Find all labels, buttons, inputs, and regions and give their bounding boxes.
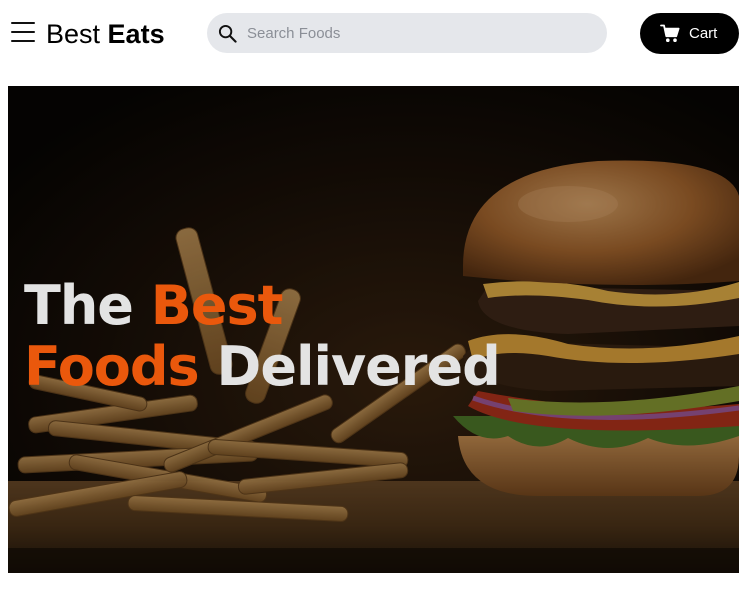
hamburger-menu-icon[interactable] xyxy=(11,21,35,43)
headline-word-the: The xyxy=(24,274,134,337)
hero-headline: The Best Foods Delivered xyxy=(24,274,501,398)
search-icon xyxy=(218,24,237,43)
search-bar[interactable] xyxy=(207,13,607,53)
search-input[interactable] xyxy=(247,13,587,53)
logo-text-eats: Eats xyxy=(107,19,165,49)
cart-icon xyxy=(660,24,680,42)
headline-word-foods: Foods xyxy=(24,335,200,398)
top-nav: Best Eats Cart xyxy=(0,0,744,70)
brand-logo[interactable]: Best Eats xyxy=(46,16,165,52)
hero-banner: The Best Foods Delivered xyxy=(8,86,739,573)
headline-word-best: Best xyxy=(150,274,284,337)
logo-text-best: Best xyxy=(46,19,101,49)
cart-label: Cart xyxy=(689,25,718,42)
headline-word-delivered: Delivered xyxy=(216,335,501,398)
cart-button[interactable]: Cart xyxy=(640,13,739,54)
